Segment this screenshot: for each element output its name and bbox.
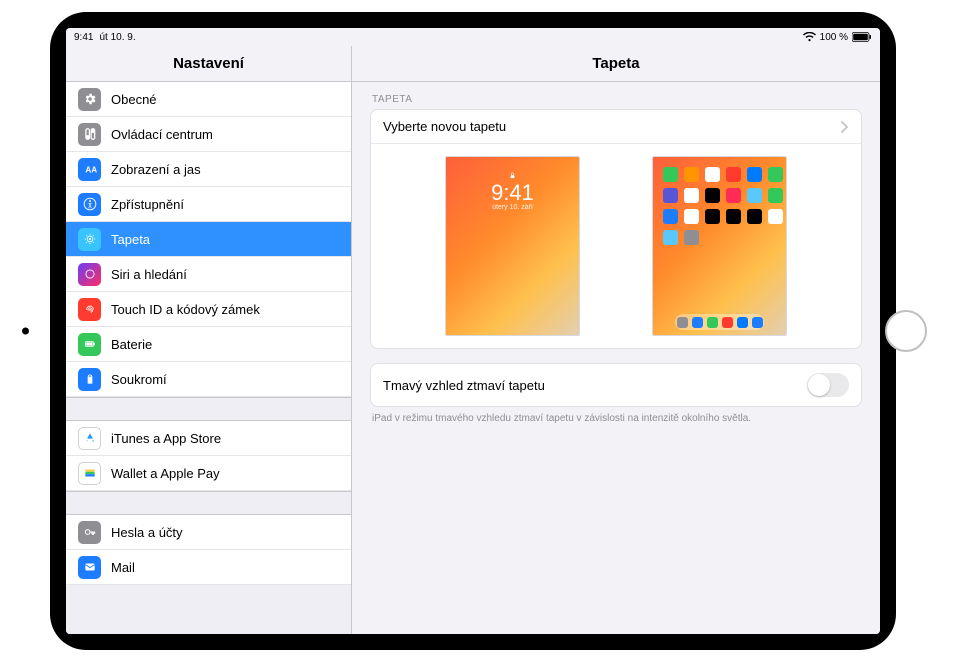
sidebar-item-label: Soukromí [111,372,167,387]
sidebar-item-accessibility[interactable]: Zpřístupnění [66,187,351,222]
front-camera [22,328,29,335]
sidebar-item-label: iTunes a App Store [111,431,221,446]
battery-icon [852,32,872,42]
touch-id-icon [78,298,101,321]
sidebar-item-siri[interactable]: Siri a hledání [66,257,351,292]
accessibility-icon [78,193,101,216]
sidebar-item-label: Baterie [111,337,152,352]
sidebar-item-label: Touch ID a kódový zámek [111,302,260,317]
settings-sidebar: Nastavení Obecné Ovládací centrum [66,46,352,634]
wallet-icon [78,462,101,485]
ipad-frame: 9:41 út 10. 9. 100 % Nastavení [50,12,896,650]
dark-dim-wallpaper-row[interactable]: Tmavý vzhled ztmaví tapetu [371,364,861,406]
sidebar-item-control-center[interactable]: Ovládací centrum [66,117,351,152]
sidebar-group-separator [66,397,351,421]
sidebar-item-battery[interactable]: Baterie [66,327,351,362]
section-label: TAPETA [372,94,862,105]
sidebar-item-label: Ovládací centrum [111,127,213,142]
chevron-right-icon [841,121,849,133]
choose-wallpaper-row[interactable]: Vyberte novou tapetu [371,110,861,144]
sidebar-list[interactable]: Obecné Ovládací centrum AA Zobrazení a j… [66,82,351,634]
sidebar-item-label: Zobrazení a jas [111,162,201,177]
screen: 9:41 út 10. 9. 100 % Nastavení [66,28,880,634]
wallpaper-group: Vyberte novou tapetu [370,109,862,349]
sidebar-item-wallet[interactable]: Wallet a Apple Pay [66,456,351,491]
sidebar-item-label: Siri a hledání [111,267,187,282]
sidebar-item-general[interactable]: Obecné [66,82,351,117]
svg-text:AA: AA [85,166,97,175]
sidebar-item-passwords[interactable]: Hesla a účty [66,515,351,550]
sidebar-group-separator [66,491,351,515]
mail-icon [78,556,101,579]
sidebar-item-label: Wallet a Apple Pay [111,466,220,481]
sidebar-item-touch-id[interactable]: Touch ID a kódový zámek [66,292,351,327]
sidebar-item-label: Hesla a účty [111,525,183,540]
sidebar-item-label: Tapeta [111,232,150,247]
home-screen-preview[interactable] [652,156,787,336]
home-screen-dock [675,314,764,330]
gear-icon [78,88,101,111]
choose-wallpaper-label: Vyberte novou tapetu [383,119,506,134]
sidebar-item-app-store[interactable]: iTunes a App Store [66,421,351,456]
privacy-icon [78,368,101,391]
display-brightness-icon: AA [78,158,101,181]
main-split: Nastavení Obecné Ovládací centrum [66,46,880,634]
status-date: út 10. 9. [99,32,135,43]
home-screen-app-grid [663,167,776,245]
wallpaper-previews-row: 9:41 úterý 10. září [371,144,861,348]
status-battery-text: 100 % [820,32,848,43]
siri-icon [78,263,101,286]
sidebar-item-label: Obecné [111,92,157,107]
sidebar-item-privacy[interactable]: Soukromí [66,362,351,397]
battery-settings-icon [78,333,101,356]
detail-body: TAPETA Vyberte novou tapetu [352,82,880,634]
footer-note: iPad v režimu tmavého vzhledu ztmaví tap… [372,413,860,424]
control-center-icon [78,123,101,146]
lock-screen-preview[interactable]: 9:41 úterý 10. září [445,156,580,336]
sidebar-item-display[interactable]: AA Zobrazení a jas [66,152,351,187]
dark-dim-wallpaper-label: Tmavý vzhled ztmaví tapetu [383,378,545,393]
dark-dim-wallpaper-toggle[interactable] [807,373,849,397]
sidebar-item-wallpaper[interactable]: Tapeta [66,222,351,257]
status-bar: 9:41 út 10. 9. 100 % [66,28,880,46]
sidebar-item-mail[interactable]: Mail [66,550,351,585]
sidebar-item-label: Mail [111,560,135,575]
wifi-icon [803,32,816,42]
sidebar-title: Nastavení [66,46,351,82]
sidebar-item-label: Zpřístupnění [111,197,184,212]
wallpaper-icon [78,228,101,251]
status-time: 9:41 [74,32,93,43]
dark-appearance-group: Tmavý vzhled ztmaví tapetu [370,363,862,407]
detail-pane: Tapeta TAPETA Vyberte novou tapetu [352,46,880,634]
home-button[interactable] [885,310,927,352]
app-store-icon [78,427,101,450]
passwords-icon [78,521,101,544]
lock-screen-time: 9:41 úterý 10. září [446,171,579,211]
detail-title: Tapeta [352,46,880,82]
